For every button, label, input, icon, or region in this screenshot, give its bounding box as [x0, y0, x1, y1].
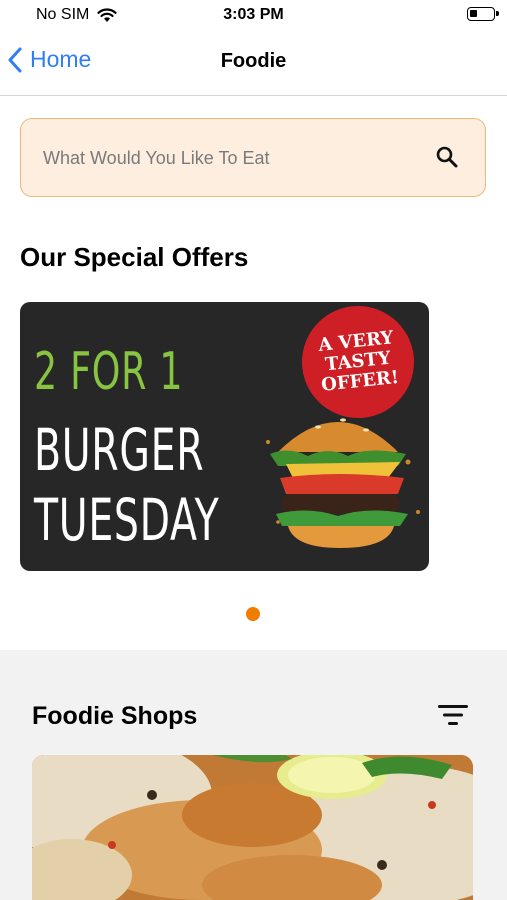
battery-level [470, 10, 477, 17]
special-offers-heading: Our Special Offers [20, 242, 249, 272]
burger-image [266, 418, 420, 548]
status-bar: No SIM 3:03 PM [0, 0, 507, 30]
offer-banner[interactable]: 2 FOR 1 BURGER TUESDAY A VERY TASTY OFFE… [20, 302, 429, 571]
status-time: 3:03 PM [223, 6, 284, 23]
biryani-image [32, 755, 473, 900]
search-icon[interactable] [435, 145, 459, 169]
search-box[interactable] [20, 118, 486, 197]
page-title: Foodie [220, 50, 287, 72]
foodie-shops-heading: Foodie Shops [32, 702, 198, 730]
filter-icon[interactable] [436, 702, 470, 728]
banner-line-3: TUESDAY [34, 486, 220, 554]
banner-line-1: 2 FOR 1 [34, 342, 184, 402]
navigation-bar: Home Foodie [0, 30, 507, 96]
shops-section: Foodie Shops [0, 650, 507, 900]
battery-icon [467, 7, 499, 21]
shop-card[interactable] [32, 755, 473, 900]
banner-line-2: BURGER [34, 416, 205, 484]
page-indicator-dot[interactable] [246, 607, 260, 621]
search-input[interactable] [43, 143, 423, 173]
